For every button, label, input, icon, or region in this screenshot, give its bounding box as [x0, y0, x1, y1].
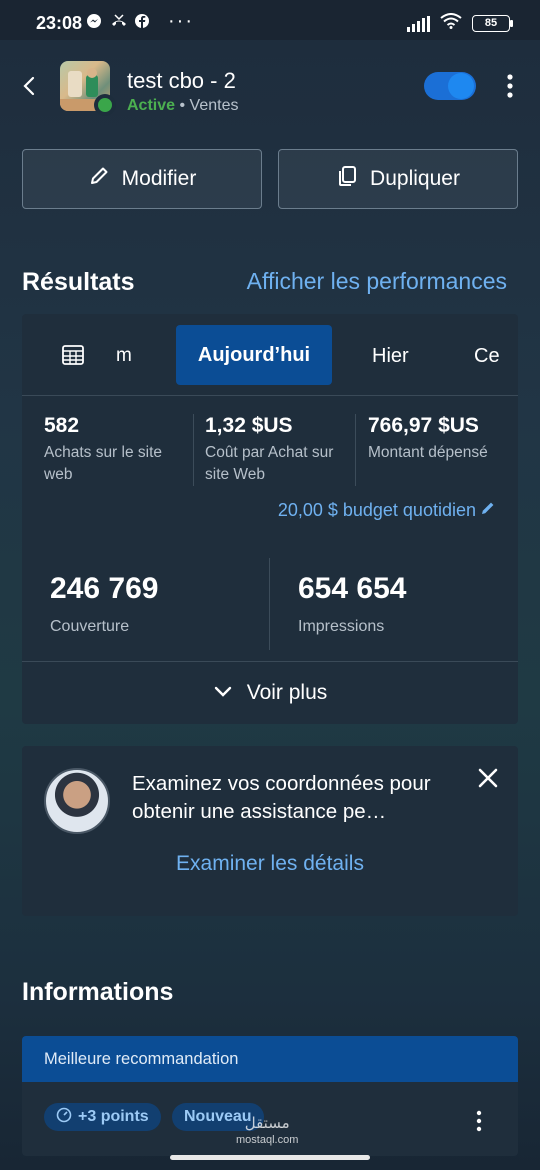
- points-badge: +3 points: [44, 1103, 161, 1131]
- metric-value: 1,32 $US: [205, 414, 293, 437]
- informations-title: Informations: [22, 978, 174, 1006]
- recommendation-more-icon[interactable]: [474, 1110, 484, 1132]
- wifi-icon: [440, 13, 462, 34]
- close-icon[interactable]: [476, 766, 500, 790]
- metric-purchases: 582 Achats sur le site web: [44, 414, 194, 486]
- tab-this-period[interactable]: Ce: [474, 345, 500, 368]
- watermark: مستقل mostaql.com: [236, 1116, 298, 1148]
- back-arrow-icon[interactable]: [18, 72, 42, 100]
- see-more-label: Voir plus: [246, 681, 328, 704]
- edit-button[interactable]: Modifier: [22, 149, 262, 209]
- duplicate-button-label: Dupliquer: [370, 167, 460, 190]
- campaign-objective: Ventes: [189, 97, 239, 114]
- view-performance-link[interactable]: Afficher les performances: [247, 268, 507, 295]
- metric-value: 654 654: [298, 572, 407, 605]
- metric-value: 582: [44, 414, 80, 437]
- tab-yesterday[interactable]: Hier: [372, 345, 409, 368]
- metric-label: Couverture: [50, 618, 130, 635]
- metric-reach: 246 769 Couverture: [50, 572, 158, 636]
- metric-value: 246 769: [50, 572, 159, 605]
- metric-amount-spent: 766,97 $US Montant dépensé: [368, 414, 514, 464]
- results-title: Résultats: [22, 268, 135, 296]
- status-bar: 23:08 ··· 85: [0, 0, 540, 40]
- watermark-latin: mostaql.com: [236, 1134, 299, 1146]
- assistance-card: Examinez vos coordonnées pour obtenir un…: [22, 746, 518, 916]
- metric-divider: [193, 414, 194, 486]
- subtitle-separator: •: [175, 97, 190, 114]
- battery-indicator: 85: [472, 15, 513, 32]
- chevron-down-icon: [213, 681, 233, 705]
- edit-button-label: Modifier: [121, 167, 197, 190]
- metric-cost-per-purchase: 1,32 $US Coût par Achat sur site Web: [205, 414, 355, 486]
- daily-budget-link[interactable]: 20,00 $ budget quotidien: [278, 500, 496, 521]
- campaign-header: test cbo - 2 Active • Ventes: [0, 58, 540, 118]
- messenger-icon: [86, 13, 102, 29]
- tab-custom[interactable]: m: [116, 345, 132, 367]
- assistance-message: Examinez vos coordonnées pour obtenir un…: [132, 772, 431, 823]
- system-indicators: 85: [407, 13, 513, 34]
- tab-today[interactable]: Aujourd’hui: [176, 325, 332, 385]
- support-agent-avatar: [44, 768, 110, 834]
- recommendation-header: Meilleure recommandation: [22, 1036, 518, 1082]
- watermark-arabic: مستقل: [244, 1115, 290, 1132]
- status-badge: Active: [127, 97, 176, 114]
- metric-label: Montant dépensé: [368, 444, 488, 461]
- metric-label: Achats sur le site web: [44, 444, 163, 483]
- signal-icon: [407, 15, 430, 32]
- metric-value: 766,97 $US: [368, 414, 479, 437]
- metric-impressions: 654 654 Impressions: [298, 572, 406, 636]
- campaign-toggle[interactable]: [424, 72, 476, 100]
- points-badge-label: +3 points: [78, 1108, 149, 1125]
- notification-icons: [86, 13, 150, 29]
- gesture-nav-bar[interactable]: [170, 1155, 370, 1160]
- status-dot-icon: [94, 94, 116, 116]
- campaign-title: test cbo - 2: [127, 68, 236, 93]
- more-notifications-icon: ···: [168, 10, 194, 32]
- missed-call-icon: [110, 13, 126, 29]
- metric-label: Impressions: [298, 618, 385, 635]
- see-more-button[interactable]: Voir plus: [22, 662, 518, 724]
- metric-divider: [355, 414, 356, 486]
- campaign-subtitle: Active • Ventes: [127, 97, 238, 115]
- more-options-icon[interactable]: [500, 72, 520, 100]
- metric-divider: [269, 558, 270, 650]
- metric-label: Coût par Achat sur site Web: [205, 444, 334, 483]
- facebook-icon: [134, 13, 150, 29]
- edit-budget-icon: [480, 500, 496, 521]
- results-card: m Aujourd’hui Hier Ce 582 Achats sur le …: [22, 314, 518, 724]
- calendar-icon[interactable]: [62, 345, 84, 365]
- status-time: 23:08: [36, 13, 83, 33]
- review-details-link[interactable]: Examiner les détails: [22, 852, 518, 876]
- pencil-icon: [88, 165, 110, 193]
- date-range-tabs: m Aujourd’hui Hier Ce: [22, 314, 518, 396]
- duplicate-button[interactable]: Dupliquer: [278, 149, 518, 209]
- gauge-icon: [56, 1107, 72, 1128]
- duplicate-icon: [336, 165, 358, 193]
- daily-budget-text: 20,00 $ budget quotidien: [277, 500, 476, 520]
